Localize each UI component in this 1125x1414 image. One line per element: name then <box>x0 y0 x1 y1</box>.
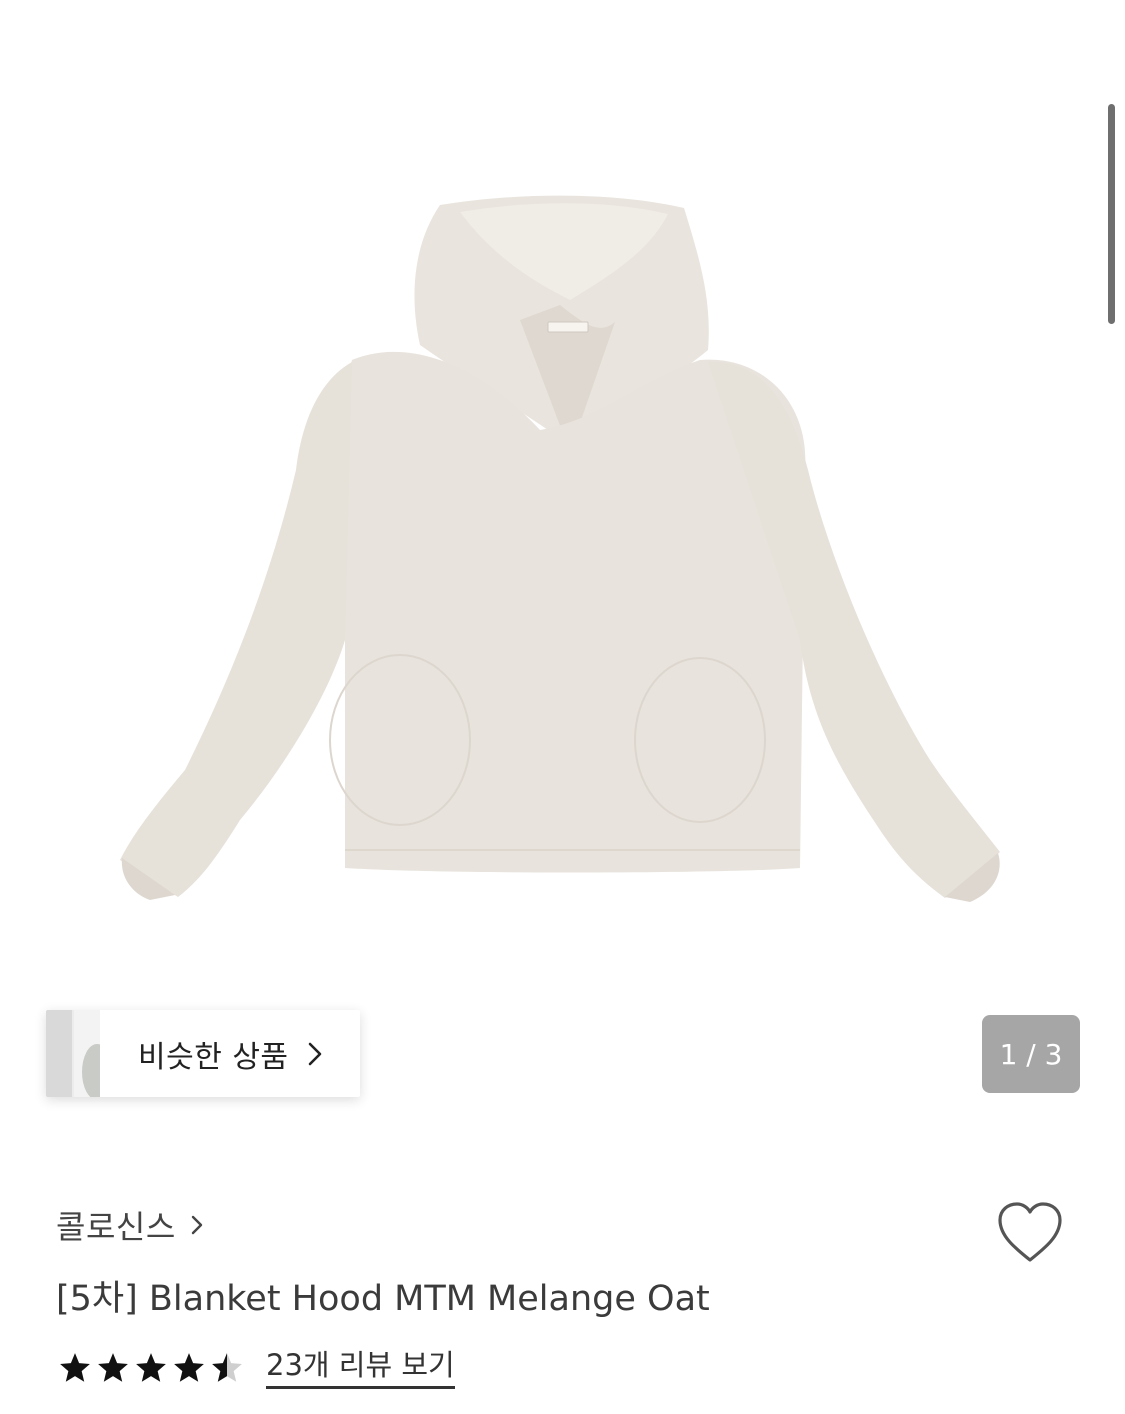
star-filled-icon <box>136 1352 166 1382</box>
hoodie-left-sleeve <box>120 362 352 897</box>
scroll-indicator[interactable] <box>1108 104 1115 324</box>
review-link[interactable]: 23개 리뷰 보기 <box>266 1346 455 1389</box>
chevron-right-icon <box>303 1042 327 1066</box>
heart-outline-icon <box>998 1202 1062 1262</box>
chevron-right-icon <box>190 1214 204 1236</box>
similar-products-label: 비슷한 상품 <box>138 1039 289 1075</box>
rating-row: 23개 리뷰 보기 <box>58 1346 455 1389</box>
star-filled-icon <box>60 1352 90 1382</box>
brand-link[interactable]: 콜로신스 <box>56 1202 204 1248</box>
product-title: [5차] Blanket Hood MTM Melange Oat <box>56 1279 710 1319</box>
star-rating <box>58 1351 248 1385</box>
star-half-icon <box>212 1352 242 1382</box>
wishlist-button[interactable] <box>995 1200 1065 1266</box>
image-page-counter: 1 / 3 <box>982 1015 1080 1093</box>
brand-name: 콜로신스 <box>56 1208 176 1246</box>
similar-products-button[interactable]: 비슷한 상품 <box>46 1010 360 1097</box>
similar-product-thumbnail <box>46 1010 100 1097</box>
product-image-gallery[interactable]: 비슷한 상품 1 / 3 <box>0 0 1125 1140</box>
product-image[interactable] <box>0 0 1125 1000</box>
star-filled-icon <box>174 1352 204 1382</box>
star-filled-icon <box>98 1352 128 1382</box>
